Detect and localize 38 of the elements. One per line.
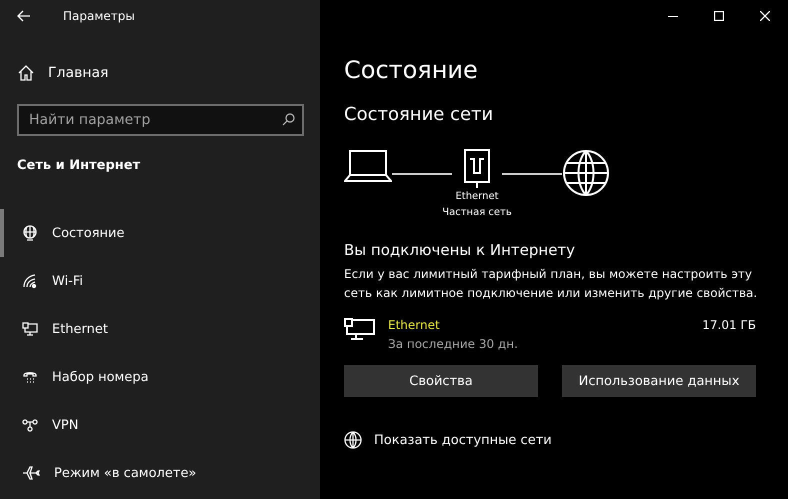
ethernet-port-icon xyxy=(464,149,490,189)
sidebar-item[interactable]: Ethernet xyxy=(0,305,320,353)
globe-icon xyxy=(562,149,610,197)
search-field[interactable]: Найти параметр xyxy=(17,104,304,136)
laptop-icon xyxy=(344,149,392,183)
phone-icon xyxy=(22,369,38,385)
ethernet-icon xyxy=(344,315,376,341)
close-icon xyxy=(760,11,770,21)
sidebar-item[interactable]: VPN xyxy=(0,401,320,449)
sidebar-item[interactable]: Состояние xyxy=(0,209,320,257)
back-arrow-icon xyxy=(17,10,31,22)
window-title: Параметры xyxy=(63,9,135,23)
sidebar-item[interactable]: Набор номера xyxy=(0,353,320,401)
network-profile-label: Частная сеть xyxy=(442,206,512,220)
globe-monitor-icon xyxy=(22,225,38,241)
wifi-icon xyxy=(22,273,38,289)
page-title: Состояние xyxy=(344,56,479,84)
globe-icon xyxy=(344,431,362,449)
vpn-icon xyxy=(22,417,38,433)
show-networks-link[interactable]: Показать доступные сети xyxy=(344,431,764,449)
maximize-icon xyxy=(714,11,724,21)
section-title: Состояние сети xyxy=(344,104,494,125)
home-icon xyxy=(18,65,34,81)
connection-name: Ethernet xyxy=(388,317,441,334)
home-nav-item[interactable]: Главная xyxy=(0,54,320,92)
action-button[interactable]: Использование данных xyxy=(562,365,756,397)
search-icon xyxy=(282,113,295,126)
data-usage: 17.01 ГБ xyxy=(702,317,756,334)
ethernet-icon xyxy=(22,321,38,337)
adapter-label: Ethernet xyxy=(455,190,499,204)
action-button[interactable]: Свойства xyxy=(344,365,538,397)
metered-description: Если у вас лимитный тарифный план, вы можете настроить эту сеть как лимитное подключение или изменить другие свойства. xyxy=(344,266,758,302)
airplane-icon xyxy=(22,465,40,481)
sidebar-item[interactable]: Wi-Fi xyxy=(0,257,320,305)
connection-status: Вы подключены к Интернету xyxy=(344,241,576,259)
section-heading: Сеть и Интернет xyxy=(17,158,142,173)
sidebar-item[interactable]: Режим «в самолете» xyxy=(0,449,320,497)
usage-period: За последние 30 дн. xyxy=(388,336,519,353)
